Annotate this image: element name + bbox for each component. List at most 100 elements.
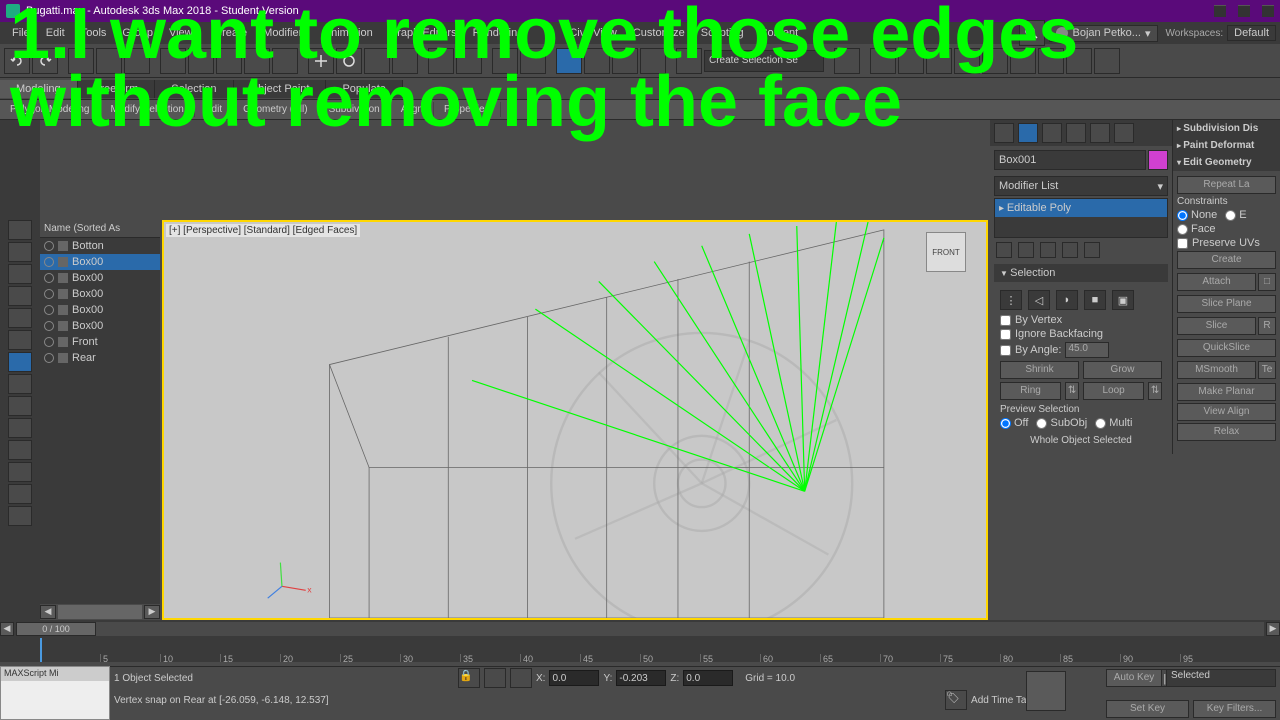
- ltool-container[interactable]: [8, 396, 32, 416]
- material-editor-button[interactable]: [1010, 48, 1036, 74]
- angle-snap-button[interactable]: [584, 48, 610, 74]
- border-subobj-button[interactable]: ◗: [1056, 290, 1078, 310]
- ribbon-tab-populate[interactable]: Populate: [326, 80, 402, 98]
- ltool-camera[interactable]: [8, 286, 32, 306]
- scene-item[interactable]: Botton: [40, 238, 160, 254]
- subribbon-geometry-all[interactable]: Geometry (All): [233, 102, 318, 117]
- menu-customize[interactable]: Customize: [625, 24, 693, 42]
- percent-snap-button[interactable]: [612, 48, 638, 74]
- shrink-button[interactable]: Shrink: [1000, 361, 1079, 379]
- maxscript-listener[interactable]: MAXScript Mi: [0, 666, 110, 720]
- view-align-button[interactable]: View Align: [1177, 403, 1276, 421]
- lock-selection-icon[interactable]: 🔒: [458, 668, 480, 688]
- vertex-subobj-button[interactable]: ⋮: [1000, 290, 1022, 310]
- make-planar-button[interactable]: Make Planar: [1177, 383, 1276, 401]
- move-button[interactable]: [308, 48, 334, 74]
- menu-animation[interactable]: Animation: [316, 24, 381, 42]
- attach-button[interactable]: Attach: [1177, 273, 1256, 291]
- visibility-icon[interactable]: [44, 257, 54, 267]
- scene-item[interactable]: Box00: [40, 318, 160, 334]
- add-time-tag[interactable]: Add Time Tag: [971, 695, 1032, 706]
- menu-rendering[interactable]: Rendering: [465, 24, 532, 42]
- ltool-light[interactable]: [8, 264, 32, 284]
- ltool-spacewarp[interactable]: [8, 330, 32, 350]
- subdivision-rollout-header[interactable]: Subdivision Dis: [1173, 120, 1280, 137]
- scene-item[interactable]: Box00: [40, 302, 160, 318]
- menu-content[interactable]: Content: [752, 24, 807, 42]
- schematic-view-button[interactable]: [982, 48, 1008, 74]
- subribbon-subdivision[interactable]: Subdivision: [319, 102, 391, 117]
- freeze-icon[interactable]: [58, 257, 68, 267]
- remove-modifier-icon[interactable]: [1062, 242, 1078, 258]
- hierarchy-panel-icon[interactable]: [1042, 123, 1062, 143]
- keyfilters-button[interactable]: Key Filters...: [1193, 700, 1276, 718]
- slice-button[interactable]: Slice: [1177, 317, 1256, 335]
- loop-button[interactable]: Loop: [1083, 382, 1144, 400]
- x-coord-input[interactable]: [549, 670, 599, 686]
- maximize-button[interactable]: [1238, 5, 1250, 17]
- motion-panel-icon[interactable]: [1066, 123, 1086, 143]
- ribbon-tab-object-paint[interactable]: Object Paint: [234, 80, 327, 98]
- display-panel-icon[interactable]: [1090, 123, 1110, 143]
- align-button[interactable]: [870, 48, 896, 74]
- constraint-edge-radio[interactable]: [1225, 210, 1236, 221]
- isolate-icon[interactable]: [484, 668, 506, 688]
- timeline-prev-button[interactable]: ◀: [0, 622, 14, 636]
- named-selection-input[interactable]: Create Selection Se: [704, 50, 824, 72]
- redo-button[interactable]: [32, 48, 58, 74]
- preview-subobj-radio[interactable]: [1036, 418, 1047, 429]
- manipulate-button[interactable]: [492, 48, 518, 74]
- rotate-button[interactable]: [336, 48, 362, 74]
- y-coord-input[interactable]: [616, 670, 666, 686]
- menu-scripting[interactable]: Scripting: [693, 24, 752, 42]
- msmooth-button[interactable]: MSmooth: [1177, 361, 1256, 379]
- by-vertex-checkbox[interactable]: [1000, 315, 1011, 326]
- repeat-last-button[interactable]: Repeat La: [1177, 176, 1276, 194]
- menu-tools[interactable]: Tools: [73, 24, 115, 42]
- configure-sets-icon[interactable]: [1084, 242, 1100, 258]
- ltool-none[interactable]: [8, 484, 32, 504]
- grow-button[interactable]: Grow: [1083, 361, 1162, 379]
- layer-explorer-button[interactable]: [898, 48, 924, 74]
- freeze-icon[interactable]: [58, 321, 68, 331]
- visibility-icon[interactable]: [44, 289, 54, 299]
- render-production-button[interactable]: [1094, 48, 1120, 74]
- ltool-frozen[interactable]: [8, 418, 32, 438]
- selection-rollout-header[interactable]: Selection: [994, 264, 1168, 282]
- ribbon-tab-freeform[interactable]: Freeform: [78, 80, 156, 98]
- visibility-icon[interactable]: [44, 273, 54, 283]
- unlink-button[interactable]: [96, 48, 122, 74]
- visibility-icon[interactable]: [44, 353, 54, 363]
- ring-spinner[interactable]: ⇅: [1065, 382, 1079, 400]
- tessellate-button[interactable]: Te: [1258, 361, 1276, 379]
- slice-plane-button[interactable]: Slice Plane: [1177, 295, 1276, 313]
- close-button[interactable]: [1262, 5, 1274, 17]
- window-crossing-button[interactable]: [272, 48, 298, 74]
- transform-type-icon[interactable]: [510, 668, 532, 688]
- menu-views[interactable]: Views: [161, 24, 206, 42]
- subribbon-properties[interactable]: Properties: [434, 102, 501, 117]
- timeline-ruler[interactable]: 5101520253035404550556065707580859095: [0, 638, 1280, 662]
- snap-toggle-button[interactable]: [556, 48, 582, 74]
- autokey-button[interactable]: Auto Key: [1106, 669, 1162, 687]
- show-result-icon[interactable]: [1018, 242, 1034, 258]
- ignore-backfacing-checkbox[interactable]: [1000, 329, 1011, 340]
- timeline-next-button[interactable]: ▶: [1266, 622, 1280, 636]
- bind-spacewarp-button[interactable]: [124, 48, 150, 74]
- scene-item[interactable]: Box00: [40, 286, 160, 302]
- viewcube[interactable]: FRONT: [926, 232, 966, 272]
- viewport-label[interactable]: [+] [Perspective] [Standard] [Edged Face…: [166, 224, 360, 237]
- curve-editor-button[interactable]: [954, 48, 980, 74]
- relax-button[interactable]: Relax: [1177, 423, 1276, 441]
- undo-button[interactable]: [4, 48, 30, 74]
- keymode-select[interactable]: Selected: [1166, 669, 1276, 687]
- unique-icon[interactable]: [1040, 242, 1056, 258]
- utilities-panel-icon[interactable]: [1114, 123, 1134, 143]
- selection-filter-button[interactable]: [160, 48, 186, 74]
- search-icon[interactable]: [1019, 20, 1045, 46]
- ltool-helper[interactable]: [8, 308, 32, 328]
- freeze-icon[interactable]: [58, 337, 68, 347]
- render-setup-button[interactable]: [1038, 48, 1064, 74]
- mirror-button[interactable]: [834, 48, 860, 74]
- angle-spinner[interactable]: 45.0: [1065, 342, 1109, 358]
